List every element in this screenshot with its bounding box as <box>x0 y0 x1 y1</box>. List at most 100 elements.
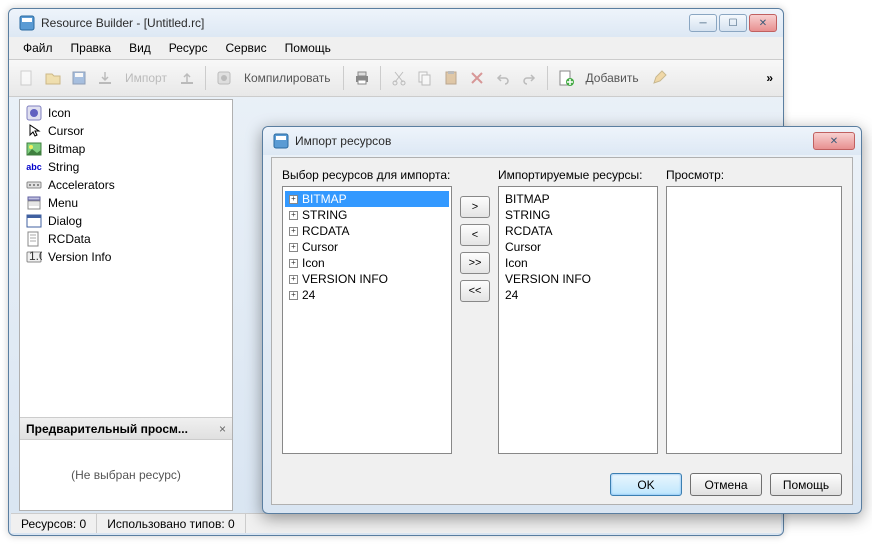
dialog-icon <box>273 133 289 149</box>
preview-column: Просмотр: <box>666 168 842 454</box>
string-icon: abc <box>26 159 42 175</box>
compile-icon[interactable] <box>212 66 236 90</box>
add-label: Добавить <box>586 71 639 85</box>
tree-item-icon[interactable]: Icon <box>24 104 228 122</box>
add-icon[interactable] <box>554 66 578 90</box>
help-button[interactable]: Помощь <box>770 473 842 496</box>
expand-icon[interactable]: + <box>289 259 298 268</box>
bitmap-icon <box>26 141 42 157</box>
expand-icon[interactable]: + <box>289 211 298 220</box>
minimize-button[interactable]: ─ <box>689 14 717 32</box>
print-icon[interactable] <box>350 66 374 90</box>
resource-tree[interactable]: Icon Cursor Bitmap abcString Accelerator… <box>20 100 232 415</box>
undo-icon[interactable] <box>491 66 515 90</box>
target-label: Импортируемые ресурсы: <box>498 168 658 182</box>
compile-label: Компилировать <box>244 71 331 85</box>
move-all-right-button[interactable]: >> <box>460 252 490 274</box>
dialog-controls: ✕ <box>813 132 855 150</box>
expand-icon[interactable]: + <box>289 275 298 284</box>
client-area: Icon Cursor Bitmap abcString Accelerator… <box>19 99 233 511</box>
menubar: Файл Правка Вид Ресурс Сервис Помощь <box>9 37 783 59</box>
toolbar-overflow-icon[interactable]: » <box>766 71 773 85</box>
status-resources: Ресурсов: 0 <box>11 514 97 533</box>
list-item[interactable]: RCDATA <box>501 223 655 239</box>
tree-item-string[interactable]: abcString <box>24 158 228 176</box>
ok-button[interactable]: OK <box>610 473 682 496</box>
dialog-titlebar[interactable]: Импорт ресурсов ✕ <box>263 127 861 155</box>
delete-icon[interactable] <box>465 66 489 90</box>
tree-item-cursor[interactable]: Cursor <box>24 122 228 140</box>
target-listbox[interactable]: BITMAP STRING RCDATA Cursor Icon VERSION… <box>498 186 658 454</box>
separator <box>205 66 206 90</box>
expand-icon[interactable]: + <box>289 227 298 236</box>
dialog-close-button[interactable]: ✕ <box>813 132 855 150</box>
import-icon[interactable] <box>93 66 117 90</box>
save-icon[interactable] <box>67 66 91 90</box>
list-item[interactable]: Icon <box>501 255 655 271</box>
dialog-title: Импорт ресурсов <box>295 134 813 148</box>
icon-icon <box>26 105 42 121</box>
expand-icon[interactable]: + <box>289 195 298 204</box>
menu-help[interactable]: Помощь <box>277 39 339 57</box>
preview-box <box>666 186 842 454</box>
new-icon[interactable] <box>15 66 39 90</box>
list-item[interactable]: +BITMAP <box>285 191 449 207</box>
menu-file[interactable]: Файл <box>15 39 61 57</box>
menu-view[interactable]: Вид <box>121 39 159 57</box>
import-label: Импорт <box>125 71 167 85</box>
list-item[interactable]: Cursor <box>501 239 655 255</box>
tree-item-version[interactable]: 1.0Version Info <box>24 248 228 266</box>
rcdata-icon <box>26 231 42 247</box>
paste-icon[interactable] <box>439 66 463 90</box>
app-icon <box>19 15 35 31</box>
tree-item-bitmap[interactable]: Bitmap <box>24 140 228 158</box>
menu-edit[interactable]: Правка <box>63 39 120 57</box>
menu-service[interactable]: Сервис <box>217 39 274 57</box>
list-item[interactable]: BITMAP <box>501 191 655 207</box>
list-item[interactable]: +24 <box>285 287 449 303</box>
move-left-button[interactable]: < <box>460 224 490 246</box>
svg-text:1.0: 1.0 <box>29 249 42 263</box>
expand-icon[interactable]: + <box>289 291 298 300</box>
list-item[interactable]: +VERSION INFO <box>285 271 449 287</box>
copy-icon[interactable] <box>413 66 437 90</box>
list-item[interactable]: +Icon <box>285 255 449 271</box>
cursor-icon <box>26 123 42 139</box>
cut-icon[interactable] <box>387 66 411 90</box>
tree-item-menu[interactable]: Menu <box>24 194 228 212</box>
export-icon[interactable] <box>175 66 199 90</box>
maximize-button[interactable]: ☐ <box>719 14 747 32</box>
move-right-button[interactable]: > <box>460 196 490 218</box>
expand-icon[interactable]: + <box>289 243 298 252</box>
window-title: Resource Builder - [Untitled.rc] <box>41 16 689 30</box>
edit-icon[interactable] <box>647 66 671 90</box>
cancel-button[interactable]: Отмена <box>690 473 762 496</box>
preview-header: Предварительный просм... × <box>20 418 232 440</box>
list-item[interactable]: 24 <box>501 287 655 303</box>
menu-resource[interactable]: Ресурс <box>161 39 216 57</box>
list-item[interactable]: +RCDATA <box>285 223 449 239</box>
close-button[interactable]: ✕ <box>749 14 777 32</box>
move-all-left-button[interactable]: << <box>460 280 490 302</box>
dialog-client: Выбор ресурсов для импорта: +BITMAP +STR… <box>271 157 853 505</box>
window-controls: ─ ☐ ✕ <box>689 14 777 32</box>
titlebar[interactable]: Resource Builder - [Untitled.rc] ─ ☐ ✕ <box>9 9 783 37</box>
preview-label: Просмотр: <box>666 168 842 182</box>
statusbar: Ресурсов: 0 Использовано типов: 0 <box>11 513 781 533</box>
tree-item-rcdata[interactable]: RCData <box>24 230 228 248</box>
redo-icon[interactable] <box>517 66 541 90</box>
list-item[interactable]: VERSION INFO <box>501 271 655 287</box>
list-item[interactable]: STRING <box>501 207 655 223</box>
open-icon[interactable] <box>41 66 65 90</box>
preview-close-icon[interactable]: × <box>219 422 226 436</box>
source-listbox[interactable]: +BITMAP +STRING +RCDATA +Cursor +Icon +V… <box>282 186 452 454</box>
target-column: Импортируемые ресурсы: BITMAP STRING RCD… <box>498 168 658 454</box>
list-item[interactable]: +Cursor <box>285 239 449 255</box>
list-item[interactable]: +STRING <box>285 207 449 223</box>
tree-item-dialog[interactable]: Dialog <box>24 212 228 230</box>
source-column: Выбор ресурсов для импорта: +BITMAP +STR… <box>282 168 452 454</box>
tree-item-accelerators[interactable]: Accelerators <box>24 176 228 194</box>
dialog-buttons: OK Отмена Помощь <box>610 473 842 496</box>
dialog-icon <box>26 213 42 229</box>
separator <box>547 66 548 90</box>
